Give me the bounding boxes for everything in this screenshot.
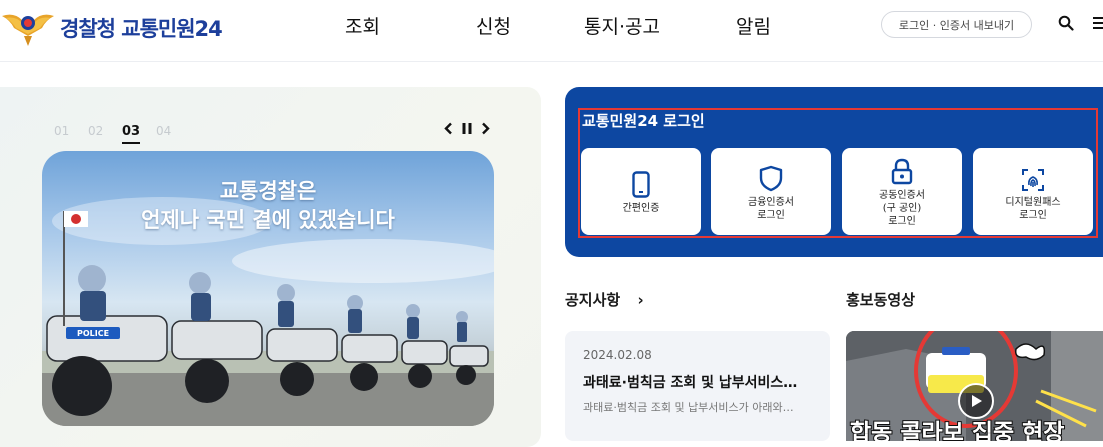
pause-icon[interactable] <box>461 122 473 135</box>
notice-item-description: 과태료·범칙금 조회 및 납부서비스가 아래와… <box>583 401 794 414</box>
digital-onepass-login-button[interactable]: 디지털원패스 로그인 <box>973 148 1093 235</box>
hero-caption: 교통경찰은 언제나 국민 곁에 있겠습니다 <box>42 177 494 235</box>
digital-onepass-label: 디지털원패스 로그인 <box>1005 196 1061 221</box>
shield-icon <box>759 162 783 192</box>
menu-icon[interactable] <box>1088 12 1103 34</box>
slide-number-2[interactable]: 02 <box>88 124 122 139</box>
search-icon[interactable] <box>1055 12 1077 34</box>
promo-video-thumbnail[interactable]: 합동 콜라보 집중 현장 <box>846 331 1103 441</box>
simple-auth-label: 간편인증 <box>622 203 660 214</box>
fingerprint-icon <box>1021 162 1045 192</box>
joint-cert-label: 공동인증서 (구 공인) 로그인 <box>879 190 925 227</box>
slide-indicator: 01 02 03 04 <box>54 124 190 144</box>
nav-item-lookup[interactable]: 조회 <box>345 12 380 39</box>
hero-caption-line-1: 교통경찰은 <box>219 179 317 203</box>
hero-slide-image[interactable]: POLICE 교통경찰은 언제나 국민 곁에 있겠습니다 <box>42 151 494 426</box>
video-caption: 합동 콜라보 집중 현장 <box>849 419 1065 441</box>
slide-controls <box>444 122 490 135</box>
slide-number-1[interactable]: 01 <box>54 124 88 139</box>
nav-item-alerts[interactable]: 알림 <box>736 12 771 39</box>
slide-number-4[interactable]: 04 <box>156 124 190 139</box>
simple-auth-login-button[interactable]: 간편인증 <box>581 148 701 235</box>
svg-text:POLICE: POLICE <box>77 329 109 338</box>
next-slide-icon[interactable] <box>481 122 490 135</box>
notice-title-text: 공지사항 <box>565 291 621 309</box>
login-title: 교통민원24 로그인 <box>582 112 705 130</box>
nav-item-apply[interactable]: 신청 <box>476 12 511 39</box>
lock-icon <box>891 155 913 185</box>
hero-caption-line-2: 언제나 국민 곁에 있겠습니다 <box>141 208 395 232</box>
financial-cert-label: 금융인증서 로그인 <box>748 196 794 221</box>
promo-video-section-title: 홍보동영상 <box>846 291 916 309</box>
nav-item-notice-announcement[interactable]: 통지·공고 <box>584 12 660 39</box>
notice-item-title[interactable]: 과태료·범칙금 조회 및 납부서비스… <box>583 372 815 392</box>
financial-cert-login-button[interactable]: 금융인증서 로그인 <box>711 148 831 235</box>
logo-text: 경찰청 교통민원24 <box>60 17 223 41</box>
slide-number-3-active[interactable]: 03 <box>122 124 156 144</box>
login-export-cert-button[interactable]: 로그인 · 인증서 내보내기 <box>881 11 1032 38</box>
chevron-right-icon: › <box>637 291 644 309</box>
notice-date: 2024.02.08 <box>583 348 652 362</box>
site-logo[interactable]: 경찰청 교통민원24 <box>0 6 223 50</box>
phone-icon <box>632 168 650 198</box>
police-emblem-icon <box>2 14 54 46</box>
prev-slide-icon[interactable] <box>444 122 453 135</box>
site-header: 경찰청 교통민원24 조회 신청 통지·공고 알림 로그인 · 인증서 내보내기 <box>0 0 1103 62</box>
joint-cert-login-button[interactable]: 공동인증서 (구 공인) 로그인 <box>842 148 962 235</box>
notice-section-title[interactable]: 공지사항 › <box>565 289 644 310</box>
